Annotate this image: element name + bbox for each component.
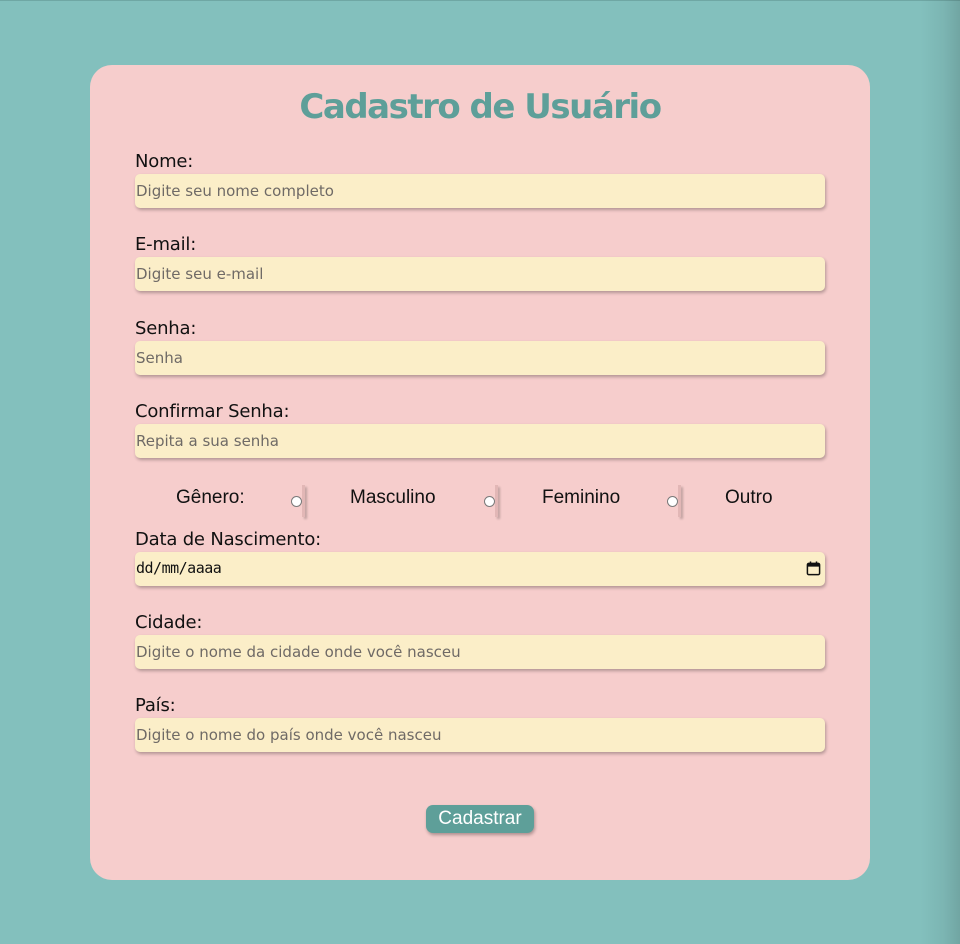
gender-option-outro[interactable]: Outro (725, 487, 773, 509)
registration-card: Cadastro de Usuário Nome: E-mail: Senha:… (90, 65, 870, 880)
birthdate-label: Data de Nascimento: (135, 529, 322, 550)
city-input[interactable] (135, 635, 825, 669)
name-label: Nome: (135, 151, 194, 172)
country-input[interactable] (135, 718, 825, 752)
name-input[interactable] (135, 174, 825, 208)
name-field-group: Nome: (135, 151, 825, 208)
top-border (0, 0, 960, 1)
calendar-icon[interactable] (806, 561, 821, 576)
confirm-password-label: Confirmar Senha: (135, 401, 290, 422)
form-title: Cadastro de Usuário (299, 87, 662, 127)
password-label: Senha: (135, 318, 197, 339)
gender-label: Gênero: (176, 487, 245, 508)
birthdate-input[interactable]: dd/mm/aaaa (135, 552, 825, 586)
email-input[interactable] (135, 257, 825, 291)
gender-radio-feminino[interactable] (484, 485, 498, 517)
email-label: E-mail: (135, 234, 197, 255)
birthdate-field-group: Data de Nascimento: dd/mm/aaaa (135, 529, 825, 586)
submit-button[interactable]: Cadastrar (426, 805, 534, 833)
gender-group: Gênero: Masculino Feminino Outro (90, 483, 870, 523)
radio-circle-feminino[interactable] (484, 496, 495, 507)
birthdate-value: dd/mm/aaaa (136, 559, 222, 577)
country-field-group: País: (135, 695, 825, 752)
city-label: Cidade: (135, 612, 203, 633)
password-input[interactable] (135, 341, 825, 375)
confirm-password-input[interactable] (135, 424, 825, 458)
password-field-group: Senha: (135, 318, 825, 375)
city-field-group: Cidade: (135, 612, 825, 669)
radio-bar-masculino (302, 485, 305, 517)
confirm-password-field-group: Confirmar Senha: (135, 401, 825, 458)
gender-option-feminino[interactable]: Feminino (542, 487, 620, 509)
radio-bar-feminino (495, 485, 498, 517)
gender-option-masculino[interactable]: Masculino (350, 487, 436, 509)
gender-radio-outro[interactable] (667, 485, 681, 517)
radio-circle-masculino[interactable] (291, 496, 302, 507)
window-edge-shadow (920, 0, 960, 944)
country-label: País: (135, 695, 176, 716)
radio-bar-outro (678, 485, 681, 517)
email-field-group: E-mail: (135, 234, 825, 291)
radio-circle-outro[interactable] (667, 496, 678, 507)
gender-radio-masculino[interactable] (291, 485, 305, 517)
